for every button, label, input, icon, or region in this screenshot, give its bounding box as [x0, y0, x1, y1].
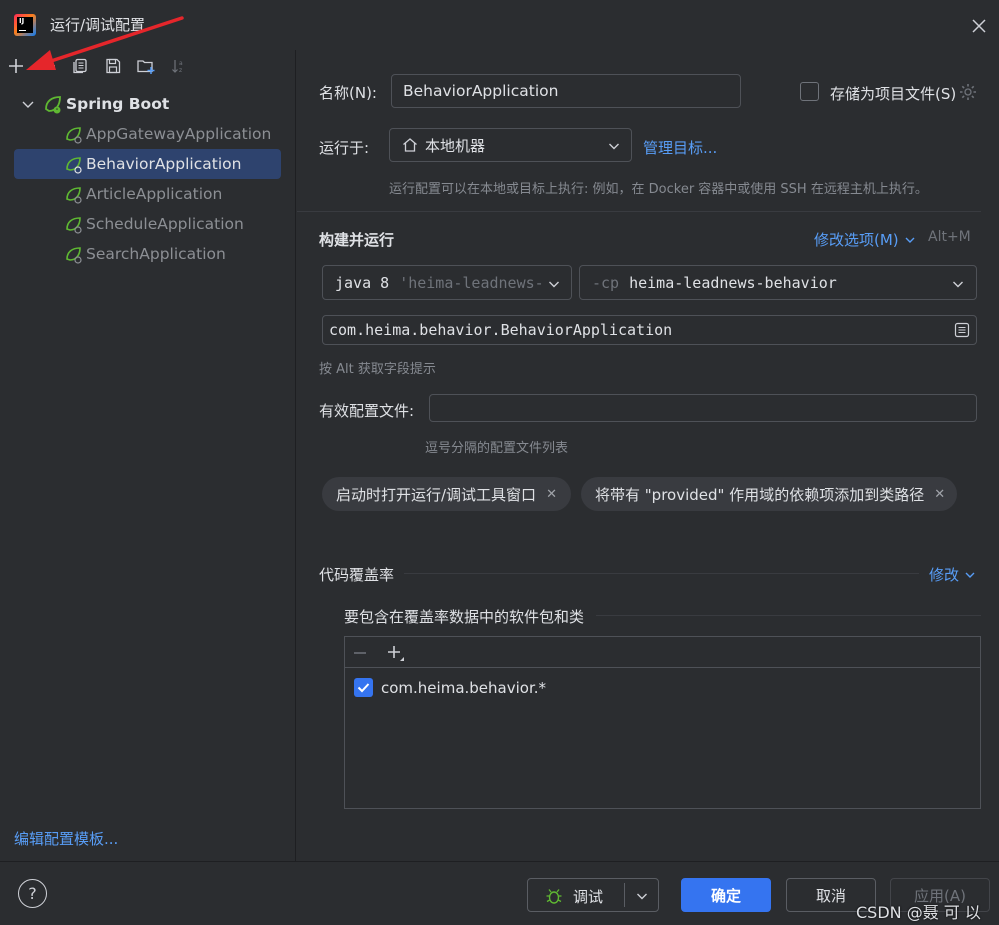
- chevron-down-icon: [965, 572, 975, 578]
- run-on-value: 本地机器: [425, 136, 486, 155]
- spring-boot-app-icon: [66, 157, 82, 174]
- cp-value: heima-leadnews-behavior: [629, 273, 837, 292]
- store-as-project-label: 存储为项目文件(S): [830, 85, 957, 103]
- divider: [624, 883, 625, 907]
- cp-prefix: -cp: [592, 273, 620, 292]
- jdk-value: java 8: [335, 273, 390, 292]
- close-icon[interactable]: ✕: [546, 487, 557, 502]
- tree-item-label: SearchApplication: [86, 245, 226, 263]
- tree-item-label: BehaviorApplication: [86, 155, 242, 173]
- coverage-modify-label: 修改: [929, 566, 960, 584]
- divider: [297, 211, 981, 212]
- coverage-modify-link[interactable]: 修改: [929, 564, 977, 585]
- debug-button[interactable]: 调试: [527, 878, 659, 912]
- tree-item-appgateway[interactable]: AppGatewayApplication: [14, 119, 281, 149]
- modify-options-link[interactable]: 修改选项(M): [814, 229, 917, 250]
- dialog-button-bar: ? 调试 确定 取消 应用(A) CSDN @聂 可 以: [0, 861, 999, 925]
- run-on-hint: 运行配置可以在本地或目标上执行: 例如，在 Docker 容器中或使用 SSH …: [389, 182, 928, 197]
- jdk-select[interactable]: java 8 'heima-leadnews-: [322, 265, 572, 300]
- chevron-down-icon[interactable]: [18, 94, 38, 114]
- chevron-down-icon: [905, 237, 915, 243]
- modify-options-shortcut: Alt+M: [928, 229, 971, 245]
- store-as-project-checkbox[interactable]: [800, 82, 819, 101]
- active-profiles-hint: 逗号分隔的配置文件列表: [425, 441, 569, 456]
- edit-templates-link[interactable]: 编辑配置模板...: [14, 828, 118, 849]
- spring-boot-icon: [45, 96, 61, 114]
- spring-boot-app-icon: [66, 247, 82, 264]
- spring-boot-app-icon: [66, 127, 82, 144]
- chip-open-run-debug-window[interactable]: 启动时打开运行/调试工具窗口 ✕: [322, 477, 571, 511]
- run-on-label: 运行于:: [319, 139, 370, 157]
- modify-options-label: 修改选项(M): [814, 231, 899, 249]
- csdn-watermark: CSDN @聂 可 以: [856, 903, 981, 922]
- coverage-list-toolbar: [345, 637, 980, 668]
- tree-item-label: AppGatewayApplication: [86, 125, 272, 143]
- home-icon: [403, 138, 417, 152]
- tree-item-behavior[interactable]: BehaviorApplication: [14, 149, 281, 179]
- manage-targets-link[interactable]: 管理目标...: [643, 137, 717, 158]
- coverage-title: 代码覆盖率: [319, 566, 395, 584]
- coverage-package-list: com.heima.behavior.*: [344, 636, 981, 809]
- chevron-down-icon[interactable]: [634, 888, 650, 904]
- active-profiles-label: 有效配置文件:: [319, 402, 415, 420]
- ok-button[interactable]: 确定: [681, 878, 771, 912]
- tree-item-label: ScheduleApplication: [86, 215, 244, 233]
- classpath-select[interactable]: -cp heima-leadnews-behavior: [579, 265, 977, 300]
- chevron-down-icon: [609, 143, 619, 150]
- name-input[interactable]: BehaviorApplication: [391, 74, 741, 108]
- chip-label: 将带有 "provided" 作用域的依赖项添加到类路径: [595, 485, 925, 504]
- close-icon[interactable]: [966, 13, 992, 39]
- coverage-item-label: com.heima.behavior.*: [381, 679, 547, 697]
- main-class-value: com.heima.behavior.BehaviorApplication: [329, 321, 673, 339]
- main-class-input[interactable]: com.heima.behavior.BehaviorApplication: [322, 315, 977, 345]
- chip-add-provided-deps[interactable]: 将带有 "provided" 作用域的依赖项添加到类路径 ✕: [581, 477, 957, 511]
- remove-icon[interactable]: [351, 644, 369, 662]
- jdk-hint: 'heima-leadnews-: [399, 273, 544, 292]
- browse-list-icon[interactable]: [953, 321, 971, 339]
- chevron-down-icon: [549, 281, 559, 288]
- chevron-down-icon: [953, 281, 963, 288]
- divider: [404, 573, 919, 574]
- build-run-title: 构建并运行: [319, 231, 395, 249]
- tree-item-schedule[interactable]: ScheduleApplication: [14, 209, 281, 239]
- chip-label: 启动时打开运行/调试工具窗口: [336, 485, 537, 504]
- gear-icon[interactable]: [958, 82, 978, 102]
- spring-boot-app-icon: [66, 217, 82, 234]
- close-icon[interactable]: ✕: [934, 487, 945, 502]
- coverage-item-checkbox[interactable]: [354, 678, 373, 697]
- debug-label: 调试: [573, 888, 604, 906]
- annotation-arrow-icon: [26, 16, 184, 70]
- tree-item-article[interactable]: ArticleApplication: [14, 179, 281, 209]
- name-label: 名称(N):: [319, 84, 377, 102]
- tree-root-spring-boot[interactable]: Spring Boot: [14, 89, 169, 119]
- spring-boot-app-icon: [66, 187, 82, 204]
- bug-icon: [546, 889, 562, 904]
- tree-item-label: ArticleApplication: [86, 185, 223, 203]
- divider: [596, 615, 981, 616]
- run-on-select[interactable]: 本地机器: [389, 128, 632, 162]
- alt-hint: 按 Alt 获取字段提示: [319, 362, 436, 377]
- active-profiles-input[interactable]: [429, 394, 977, 422]
- add-icon[interactable]: [385, 643, 407, 663]
- help-icon[interactable]: ?: [18, 879, 47, 908]
- tree-item-search[interactable]: SearchApplication: [14, 239, 281, 269]
- configuration-tree-panel: az Spring Boot AppGatewayApplication Beh…: [0, 16, 296, 861]
- tree-root-label: Spring Boot: [66, 95, 170, 113]
- coverage-subtitle: 要包含在覆盖率数据中的软件包和类: [344, 608, 585, 626]
